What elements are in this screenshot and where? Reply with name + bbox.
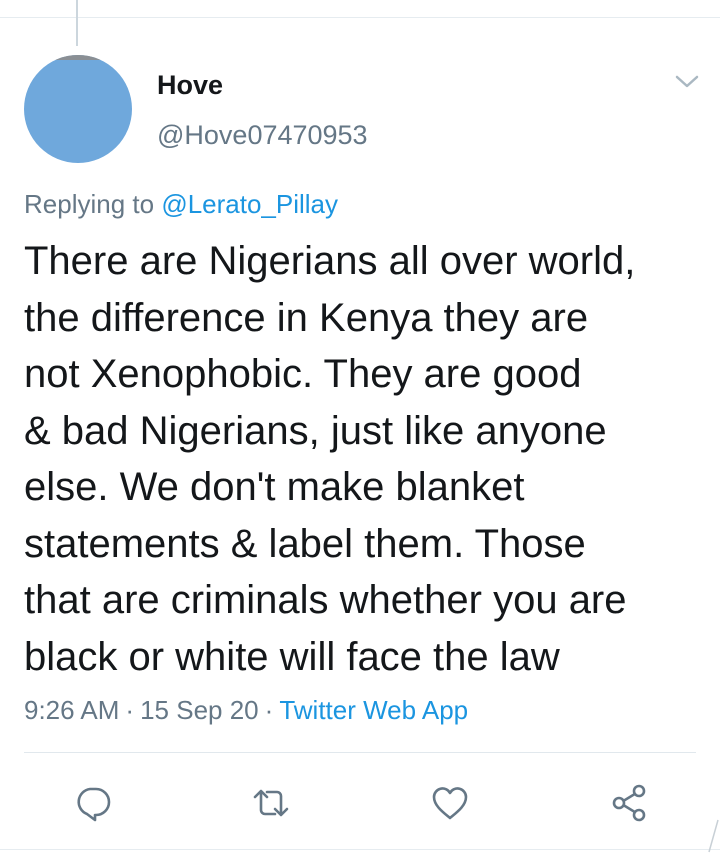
tweet-time[interactable]: 9:26 AM [24, 695, 119, 725]
tweet-text-line: that are criminals whether you are [24, 578, 627, 622]
reply-mention-link[interactable]: @Lerato_Pillay [161, 189, 338, 219]
avatar-rim [52, 55, 104, 60]
tweet-text-line: the difference in Kenya they are [24, 295, 589, 340]
tweet-date[interactable]: 15 Sep 20 [140, 695, 259, 725]
author-handle[interactable]: @Hove07470953 [157, 118, 368, 152]
author-display-name[interactable]: Hove [157, 68, 223, 102]
tweet-text-line: statements & label them. Those [24, 521, 586, 566]
chevron-down-icon [675, 75, 699, 88]
thread-connector-line [76, 0, 78, 46]
heart-icon [432, 787, 468, 820]
tweet-meta: 9:26 AM · 15 Sep 20 · Twitter Web App [24, 693, 468, 727]
tweet-text-line: & bad Nigerians, just like anyone [24, 408, 607, 453]
retweet-button[interactable] [251, 783, 291, 823]
tweet-text: There are Nigerians all over world, the … [24, 233, 704, 685]
reply-button[interactable] [73, 783, 113, 823]
retweet-icon [253, 789, 289, 817]
actions-divider [24, 752, 696, 753]
replying-to-label: Replying to [24, 189, 155, 219]
tweet-text-line: else. We don't make blanket [24, 465, 525, 509]
top-divider [0, 17, 720, 18]
avatar[interactable] [24, 55, 132, 163]
tweet-text-line: black or white will face the law [24, 634, 560, 679]
scroll-edge-mark [708, 819, 719, 853]
tweet-menu-button[interactable] [674, 72, 700, 92]
meta-separator: · [264, 695, 274, 725]
reply-icon [77, 787, 111, 822]
bottom-divider [0, 849, 720, 850]
tweet-source-link[interactable]: Twitter Web App [279, 695, 468, 725]
replying-to-line: Replying to @Lerato_Pillay [24, 187, 338, 221]
like-button[interactable] [430, 783, 470, 823]
meta-separator: · [125, 695, 135, 725]
tweet-text-line: There are Nigerians all over world, [24, 239, 636, 283]
share-button[interactable] [609, 783, 649, 823]
tweet-text-line: not Xenophobic. They are good [24, 352, 582, 396]
share-icon [612, 784, 646, 822]
